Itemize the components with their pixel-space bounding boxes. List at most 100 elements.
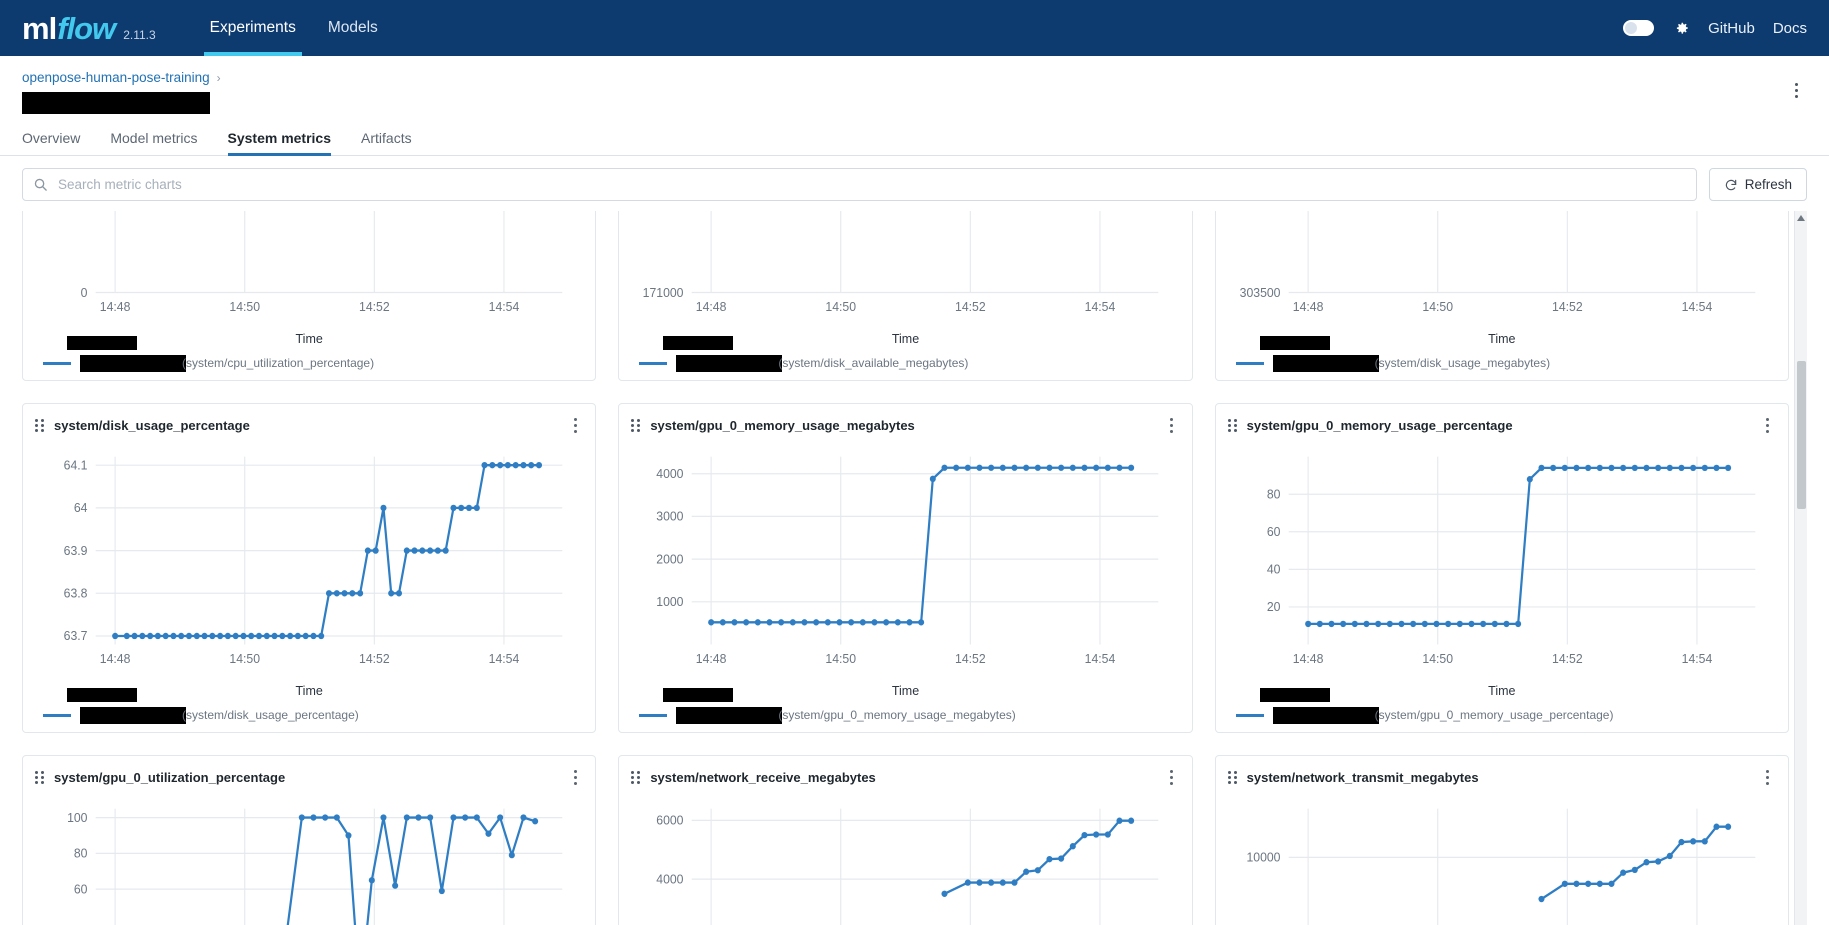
chart-overflow-menu-icon[interactable]: [567, 416, 583, 434]
x-axis-redacted-label: [1259, 688, 1330, 702]
logo-text-flow: flow: [57, 10, 116, 46]
breadcrumb: openpose-human-pose-training ›: [22, 70, 1807, 85]
svg-text:303500: 303500: [1239, 286, 1280, 300]
nav-link-experiments[interactable]: Experiments: [194, 0, 312, 56]
x-axis-redacted-label: [67, 688, 137, 702]
nav-link-models[interactable]: Models: [312, 0, 394, 56]
chart-legend[interactable]: (system/disk_usage_megabytes): [1228, 354, 1776, 372]
legend-metric-label: (system/gpu_0_memory_usage_percentage): [1374, 708, 1614, 722]
legend-run-name-redacted: [1272, 354, 1379, 372]
chart-overflow-menu-icon[interactable]: [1164, 768, 1180, 786]
refresh-button[interactable]: Refresh: [1708, 168, 1807, 201]
svg-text:20: 20: [1267, 600, 1281, 614]
tab-overview[interactable]: Overview: [22, 130, 80, 155]
chart-plot-area[interactable]: 14:4814:5014:5214:5414:560: [35, 211, 583, 334]
tab-artifacts[interactable]: Artifacts: [361, 130, 412, 155]
docs-link[interactable]: Docs: [1773, 20, 1807, 37]
chart-plot-area[interactable]: 14:4814:5014:5214:5414:5610000: [1228, 794, 1776, 925]
mlflow-logo[interactable]: ml flow 2.11.3: [22, 13, 156, 44]
metric-chart-card: system/disk_usage_percentage 14:48 14:50 14…: [22, 403, 597, 733]
legend-series-swatch: [1235, 361, 1264, 365]
svg-text:10000: 10000: [1246, 850, 1280, 864]
legend-run-name-redacted: [80, 354, 186, 372]
chart-legend[interactable]: (system/cpu_utilization_percentage): [35, 354, 583, 372]
metric-chart-card: system/network_transmit_megabytes 14:4814…: [1214, 755, 1789, 925]
chart-legend[interactable]: (system/gpu_0_memory_usage_percentage): [1228, 706, 1776, 724]
chart-legend[interactable]: (system/gpu_0_memory_usage_megabytes): [631, 706, 1179, 724]
legend-metric-label: (system/gpu_0_memory_usage_megabytes): [778, 708, 1016, 722]
chart-plot-area[interactable]: 14:4814:5014:5214:5414:56171000: [631, 211, 1179, 334]
drag-handle-icon[interactable]: [631, 418, 642, 432]
chart-card-header: system/gpu_0_memory_usage_megabytes: [631, 414, 1179, 436]
chart-legend[interactable]: (system/disk_available_megabytes): [631, 354, 1179, 372]
chart-title: system/network_receive_megabytes: [650, 769, 876, 785]
svg-text:63.7: 63.7: [64, 629, 88, 643]
breadcrumb-experiment-link[interactable]: openpose-human-pose-training: [22, 70, 210, 85]
svg-text:14:54: 14:54: [489, 300, 520, 314]
svg-text:40: 40: [1267, 562, 1281, 576]
chart-card-header: system/network_receive_megabytes: [631, 766, 1179, 788]
svg-text:0: 0: [81, 286, 88, 300]
svg-text:100: 100: [67, 811, 87, 825]
drag-handle-icon[interactable]: [1227, 418, 1239, 432]
x-axis-redacted-label: [663, 336, 734, 350]
primary-nav: Experiments Models: [194, 0, 394, 56]
svg-text:14:50: 14:50: [826, 652, 857, 666]
svg-text:60: 60: [1267, 525, 1281, 539]
svg-text:63.8: 63.8: [64, 586, 88, 600]
chart-overflow-menu-icon[interactable]: [1760, 768, 1776, 786]
gear-icon[interactable]: [1672, 19, 1690, 37]
chart-grid-row: system/gpu_0_utilization_percentage 14:48…: [22, 755, 1789, 925]
charts-vertical-scrollbar[interactable]: [1794, 211, 1807, 925]
legend-metric-label: (system/disk_usage_megabytes): [1374, 356, 1551, 370]
chart-plot-area[interactable]: 14:4814:5014:5214:5414:5640006000: [631, 794, 1179, 925]
search-input[interactable]: [56, 176, 1686, 193]
tab-system-metrics[interactable]: System metrics: [227, 130, 331, 156]
legend-run-name-redacted: [1272, 706, 1379, 724]
legend-series-swatch: [639, 713, 668, 717]
x-axis-redacted-label: [1259, 336, 1330, 350]
chart-title: system/network_transmit_megabytes: [1246, 769, 1479, 785]
search-metric-charts-box[interactable]: [22, 168, 1697, 201]
svg-text:14:52: 14:52: [1552, 300, 1583, 314]
legend-run-name-redacted: [676, 354, 783, 372]
svg-text:64.1: 64.1: [64, 458, 88, 472]
svg-text:80: 80: [74, 846, 88, 860]
chart-title: system/gpu_0_utilization_percentage: [54, 769, 286, 785]
svg-text:14:54: 14:54: [1681, 300, 1712, 314]
svg-text:14:54: 14:54: [1085, 300, 1116, 314]
svg-text:14:50: 14:50: [1422, 652, 1453, 666]
svg-text:4000: 4000: [657, 872, 684, 886]
chart-legend[interactable]: (system/disk_usage_percentage): [35, 706, 583, 724]
drag-handle-icon[interactable]: [35, 770, 46, 784]
chart-overflow-menu-icon[interactable]: [567, 768, 583, 786]
chart-overflow-menu-icon[interactable]: [1760, 416, 1776, 434]
chart-card-header: system/gpu_0_memory_usage_percentage: [1227, 414, 1776, 436]
drag-handle-icon[interactable]: [631, 770, 642, 784]
svg-text:1000: 1000: [657, 595, 684, 609]
run-overflow-menu-icon[interactable]: [1787, 80, 1805, 100]
ui-theme-toggle[interactable]: [1623, 20, 1655, 36]
run-detail-tabs: Overview Model metrics System metrics Ar…: [0, 130, 1829, 156]
chart-plot-area[interactable]: 14:4814:5014:5214:5414:566080100: [35, 794, 583, 925]
chart-plot-area[interactable]: 14:4814:5014:5214:5414:5663.763.863.9646…: [35, 442, 583, 686]
svg-text:14:54: 14:54: [489, 652, 520, 666]
legend-run-name-redacted: [80, 706, 186, 724]
chart-overflow-menu-icon[interactable]: [1164, 416, 1180, 434]
svg-text:64: 64: [74, 501, 88, 515]
drag-handle-icon[interactable]: [35, 418, 46, 432]
scroll-up-arrow-icon[interactable]: [1797, 215, 1805, 221]
tab-model-metrics[interactable]: Model metrics: [110, 130, 197, 155]
scrollbar-thumb[interactable]: [1797, 361, 1806, 509]
svg-text:14:50: 14:50: [1422, 300, 1453, 314]
legend-metric-label: (system/cpu_utilization_percentage): [182, 356, 375, 370]
svg-text:14:50: 14:50: [826, 300, 857, 314]
top-nav-right-group: GitHub Docs: [1623, 19, 1807, 37]
chart-plot-area[interactable]: 14:4814:5014:5214:5414:5620406080: [1228, 442, 1776, 686]
chart-grid-row: system/cpu_utilization_percentage14:4814…: [22, 211, 1789, 381]
chart-plot-area[interactable]: 14:4814:5014:5214:5414:56100020003000400…: [631, 442, 1179, 686]
github-link[interactable]: GitHub: [1708, 20, 1755, 37]
chart-plot-area[interactable]: 14:4814:5014:5214:5414:56303500: [1228, 211, 1776, 334]
drag-handle-icon[interactable]: [1227, 770, 1239, 784]
metric-chart-card: system/cpu_utilization_percentage14:4814…: [22, 211, 597, 381]
